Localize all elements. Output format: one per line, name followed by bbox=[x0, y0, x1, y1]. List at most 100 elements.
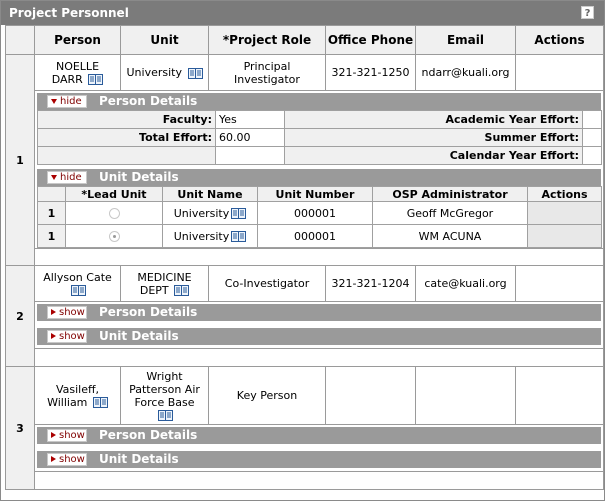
triangle-right-icon bbox=[51, 456, 56, 462]
book-lookup-icon[interactable] bbox=[174, 285, 189, 296]
book-lookup-icon[interactable] bbox=[231, 208, 246, 219]
table-header-row: Person Unit *Project Role Office Phone E… bbox=[5, 25, 604, 55]
lead-unit-radio[interactable] bbox=[108, 231, 120, 242]
person-name-cell: NOELLE DARR bbox=[34, 54, 121, 91]
unit-number-header: Unit Number bbox=[257, 186, 373, 202]
show-person-details-button[interactable]: show bbox=[47, 429, 87, 442]
summer-effort-label: Summer Effort: bbox=[284, 128, 583, 147]
hide-person-details-button[interactable]: hide bbox=[47, 95, 87, 108]
unit-details-section-bar: hide Unit Details bbox=[37, 169, 601, 186]
summer-effort-value bbox=[582, 128, 602, 147]
rownum-header bbox=[5, 25, 35, 55]
person-spacer-row bbox=[6, 248, 604, 266]
collapsed-sections-container: show Person Details show Unit Details bbox=[34, 424, 604, 472]
unit-cell: Wright Patterson Air Force Base bbox=[120, 366, 209, 425]
unit-cell: University bbox=[120, 54, 209, 91]
lead-unit-header: *Lead Unit bbox=[65, 186, 163, 202]
person-header: Person bbox=[34, 25, 121, 55]
unit-number-cell: 000001 bbox=[257, 224, 373, 248]
actions-cell bbox=[515, 54, 604, 91]
person-details-section-bar: hide Person Details bbox=[37, 93, 601, 110]
toggle-label: hide bbox=[60, 172, 82, 183]
unit-header: Unit bbox=[120, 25, 209, 55]
collapsed-sections-container: show Person Details show Unit Details bbox=[34, 301, 604, 349]
actions-header: Actions bbox=[515, 25, 604, 55]
person-detail-row: show Person Details show Unit Details bbox=[6, 424, 604, 472]
triangle-right-icon bbox=[51, 432, 56, 438]
person-name-cell: Vasileff, William bbox=[34, 366, 121, 425]
empty-label bbox=[37, 146, 216, 165]
person-name-first-line: Allyson Cate bbox=[43, 270, 112, 284]
book-lookup-icon[interactable] bbox=[88, 74, 103, 85]
person-row: 2 Allyson Cate MEDICINE DEPT Co-Investig… bbox=[5, 265, 604, 367]
person-name-second-line: DARR bbox=[51, 72, 83, 86]
office-phone-cell: 321-321-1204 bbox=[325, 265, 416, 302]
academic-year-effort-label: Academic Year Effort: bbox=[284, 110, 583, 129]
unit-details-section-bar: show Unit Details bbox=[37, 328, 601, 345]
person-details-container: hide Person Details Faculty: Yes Academi… bbox=[34, 90, 604, 249]
lead-unit-cell bbox=[65, 224, 163, 248]
unit-name: University bbox=[173, 229, 230, 243]
toggle-label: show bbox=[59, 331, 85, 342]
person-detail-row: hide Person Details Faculty: Yes Academi… bbox=[6, 90, 604, 249]
row-number: 2 bbox=[5, 265, 35, 367]
book-lookup-icon[interactable] bbox=[93, 397, 108, 408]
person-detail-row: show Person Details show Unit Details bbox=[6, 301, 604, 349]
book-lookup-icon[interactable] bbox=[188, 68, 203, 79]
project-role-cell: Principal Investigator bbox=[208, 54, 326, 91]
unit-name-cell: University bbox=[162, 224, 258, 248]
academic-year-effort-value bbox=[582, 110, 602, 129]
triangle-right-icon bbox=[51, 309, 56, 315]
office-phone-cell: 321-321-1250 bbox=[325, 54, 416, 91]
toggle-label: show bbox=[59, 454, 85, 465]
book-lookup-icon[interactable] bbox=[71, 285, 86, 296]
lead-unit-radio[interactable] bbox=[108, 208, 120, 219]
section-title: Unit Details bbox=[99, 170, 179, 184]
person-name-cell: Allyson Cate bbox=[34, 265, 121, 302]
office-phone-cell bbox=[325, 366, 416, 425]
empty-value bbox=[215, 146, 285, 165]
unit-rownum-header bbox=[37, 186, 66, 202]
hide-unit-details-button[interactable]: hide bbox=[47, 171, 87, 184]
calendar-year-effort-label: Calendar Year Effort: bbox=[284, 146, 583, 165]
person-spacer-row bbox=[6, 348, 604, 367]
unit-name-first-line: Wright bbox=[146, 369, 183, 383]
email-header: Email bbox=[415, 25, 516, 55]
section-title: Unit Details bbox=[99, 329, 179, 343]
unit-name-second-line: DEPT bbox=[139, 283, 169, 297]
actions-cell bbox=[515, 366, 604, 425]
show-person-details-button[interactable]: show bbox=[47, 306, 87, 319]
triangle-right-icon bbox=[51, 333, 56, 339]
osp-admin-header: OSP Administrator bbox=[372, 186, 528, 202]
person-name-first-line: NOELLE bbox=[55, 59, 100, 73]
section-title: Person Details bbox=[99, 428, 198, 442]
unit-number-cell: 000001 bbox=[257, 201, 373, 225]
show-unit-details-button[interactable]: show bbox=[47, 453, 87, 466]
help-icon[interactable]: ? bbox=[581, 6, 594, 19]
person-row: 1 NOELLE DARR University Principal Inves… bbox=[5, 54, 604, 266]
personnel-table: Person Unit *Project Role Office Phone E… bbox=[5, 25, 604, 490]
panel-title: Project Personnel bbox=[9, 6, 129, 20]
actions-cell bbox=[515, 265, 604, 302]
total-effort-label: Total Effort: bbox=[37, 128, 216, 147]
unit-actions-cell bbox=[527, 224, 602, 248]
faculty-value: Yes bbox=[215, 110, 285, 129]
panel-title-bar: Project Personnel ? bbox=[1, 1, 604, 25]
person-details-table: Faculty: Yes Academic Year Effort: Total… bbox=[37, 110, 602, 165]
unit-name: University bbox=[173, 206, 230, 220]
unit-name-third-line: Force Base bbox=[134, 395, 195, 409]
unit-actions-header: Actions bbox=[527, 186, 602, 202]
project-role-cell: Co-Investigator bbox=[208, 265, 326, 302]
unit-name-cell: University bbox=[162, 201, 258, 225]
book-lookup-icon[interactable] bbox=[231, 231, 246, 242]
calendar-year-effort-value bbox=[582, 146, 602, 165]
person-row: 3 Vasileff, William Wright Patterson Air… bbox=[5, 366, 604, 490]
book-lookup-icon[interactable] bbox=[158, 410, 173, 421]
unit-name-second-line: Patterson Air bbox=[129, 382, 200, 396]
show-unit-details-button[interactable]: show bbox=[47, 330, 87, 343]
osp-admin-cell: WM ACUNA bbox=[372, 224, 528, 248]
unit-row: 1 University 000001 WM ACUNA bbox=[37, 224, 602, 248]
faculty-label: Faculty: bbox=[37, 110, 216, 129]
email-cell: cate@kuali.org bbox=[415, 265, 516, 302]
unit-details-table: *Lead Unit Unit Name Unit Number OSP Adm… bbox=[37, 186, 602, 248]
